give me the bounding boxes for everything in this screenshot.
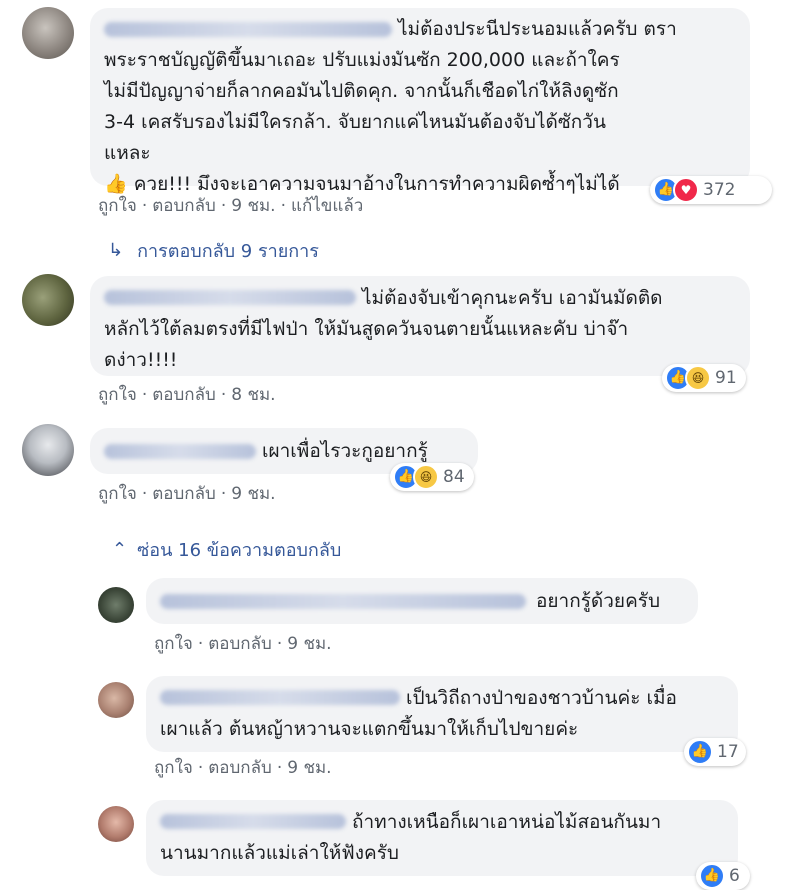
reaction-count: 84: [443, 467, 465, 487]
chevron-up-icon: ⌃: [112, 539, 128, 560]
reaction-summary[interactable]: 👍 😆 91: [662, 364, 746, 392]
avatar[interactable]: [98, 806, 134, 842]
comment-actions: ถูกใจ · ตอบกลับ · 9 ชม. · แก้ไขแล้ว: [98, 196, 364, 216]
comment-text: ไม่ต้องจับเข้าคุกนะครับ เอามันมัดติด หลั…: [104, 287, 663, 371]
like-link[interactable]: ถูกใจ: [154, 758, 193, 778]
like-link[interactable]: ถูกใจ: [98, 484, 137, 504]
timestamp[interactable]: 9 ชม.: [231, 484, 275, 504]
reply-link[interactable]: ตอบกลับ: [152, 196, 216, 216]
reaction-count: 372: [703, 180, 736, 200]
reaction-summary[interactable]: 👍 ♥ 372: [650, 176, 772, 204]
reaction-summary[interactable]: 👍 17: [684, 738, 746, 766]
edited-label[interactable]: แก้ไขแล้ว: [291, 196, 363, 216]
like-link[interactable]: ถูกใจ: [154, 634, 193, 654]
hide-replies-link[interactable]: ⌃ ซ่อน 16 ข้อความตอบกลับ: [112, 535, 341, 564]
reaction-count: 17: [717, 742, 739, 762]
reaction-count: 6: [729, 866, 740, 886]
avatar[interactable]: [22, 274, 74, 326]
reply-text: ถ้าทางเหนือก็เผาเอาหน่อไม้สอนกันมา นานมา…: [160, 811, 662, 864]
like-link[interactable]: ถูกใจ: [98, 385, 137, 405]
timestamp[interactable]: 9 ชม.: [287, 634, 331, 654]
avatar[interactable]: [98, 682, 134, 718]
reply-link[interactable]: ตอบกลับ: [152, 385, 216, 405]
avatar[interactable]: [98, 587, 134, 623]
heart-icon: ♥: [673, 177, 699, 203]
laughing-face-icon: 😆: [685, 365, 711, 391]
timestamp[interactable]: 9 ชม.: [287, 758, 331, 778]
view-replies-label: การตอบกลับ 9 รายการ: [137, 241, 319, 262]
commenter-name-blurred[interactable]: [104, 444, 256, 459]
timestamp[interactable]: 9 ชม.: [231, 196, 275, 216]
reply-text: อยากรู้ด้วยครับ: [536, 590, 661, 612]
reply-text: เป็นวิถีถางป่าของชาวบ้านค่ะ เมื่อ เผาแล้…: [160, 687, 677, 740]
avatar[interactable]: [22, 7, 74, 59]
thumbs-up-icon: 👍: [699, 863, 725, 889]
comment-text: ไม่ต้องประนีประนอมแล้วครับ ตรา พระราชบัญ…: [104, 18, 677, 195]
commenter-name-blurred[interactable]: [160, 594, 526, 609]
comment-actions: ถูกใจ · ตอบกลับ · 8 ชม.: [98, 385, 276, 405]
reply-link[interactable]: ตอบกลับ: [208, 634, 272, 654]
reply-arrow-icon: ↳: [108, 240, 124, 261]
avatar[interactable]: [22, 424, 74, 476]
reaction-summary[interactable]: 👍 6: [696, 862, 750, 890]
thumbs-up-icon: 👍: [687, 739, 713, 765]
comment-actions: ถูกใจ · ตอบกลับ · 9 ชม.: [98, 484, 276, 504]
laughing-face-icon: 😆: [413, 464, 439, 490]
view-replies-link[interactable]: ↳ การตอบกลับ 9 รายการ: [108, 236, 319, 265]
reply-actions: ถูกใจ · ตอบกลับ · 9 ชม.: [154, 758, 332, 778]
reaction-summary[interactable]: 👍 😆 84: [390, 463, 474, 491]
reaction-count: 91: [715, 368, 737, 388]
reply-link[interactable]: ตอบกลับ: [208, 758, 272, 778]
hide-replies-label: ซ่อน 16 ข้อความตอบกลับ: [137, 540, 342, 561]
reply-link[interactable]: ตอบกลับ: [152, 484, 216, 504]
timestamp[interactable]: 8 ชม.: [231, 385, 275, 405]
reply-actions: ถูกใจ · ตอบกลับ · 9 ชม.: [154, 634, 332, 654]
like-link[interactable]: ถูกใจ: [98, 196, 137, 216]
